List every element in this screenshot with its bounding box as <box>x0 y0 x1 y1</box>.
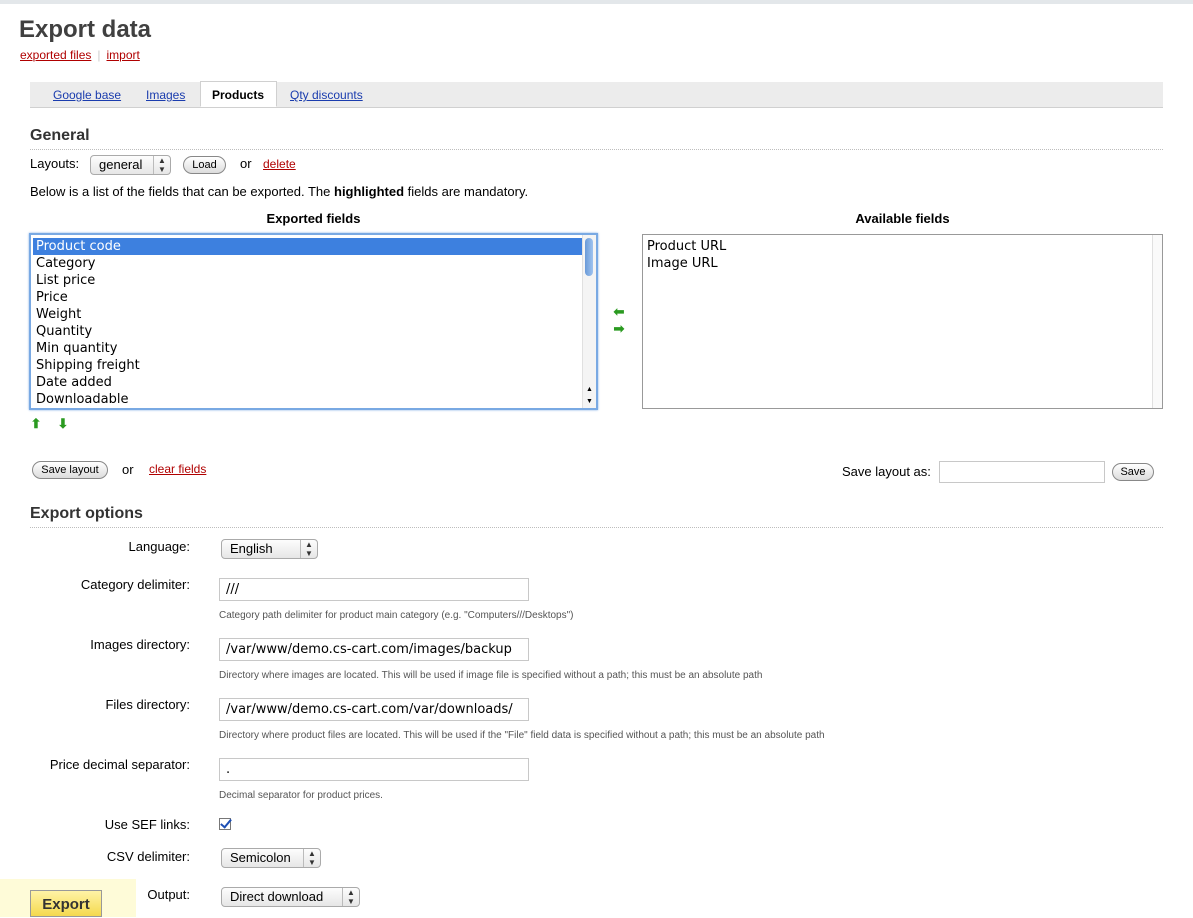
tab-images[interactable]: Images <box>146 82 185 107</box>
language-select[interactable]: English ▲ ▼ <box>221 539 318 559</box>
list-item[interactable]: Price <box>33 289 582 306</box>
list-item[interactable]: List price <box>33 272 582 289</box>
list-item[interactable]: Shipping freight <box>33 357 582 374</box>
output-label: Output: <box>147 887 190 902</box>
arrow-left-icon[interactable]: ⬅ <box>612 305 626 319</box>
load-layout-button[interactable]: Load <box>183 156 226 174</box>
tab-google-base[interactable]: Google base <box>53 82 121 107</box>
list-item[interactable]: Image URL <box>644 255 1162 272</box>
save-layout-as-input[interactable] <box>939 461 1105 483</box>
fields-description-pre: Below is a list of the fields that can b… <box>30 184 334 199</box>
general-section-title: General <box>30 127 90 144</box>
page-sublinks: exported files | import <box>20 48 140 62</box>
list-item[interactable]: Date added <box>33 374 582 391</box>
category-delimiter-help: Category path delimiter for product main… <box>219 610 574 621</box>
or-text: or <box>240 156 252 171</box>
arrow-down-icon[interactable]: ⬇ <box>56 417 70 431</box>
list-item[interactable]: Quantity <box>33 323 582 340</box>
top-border <box>0 0 1193 4</box>
tab-qty-discounts[interactable]: Qty discounts <box>290 82 363 107</box>
list-item[interactable]: Weight <box>33 306 582 323</box>
link-separator: | <box>97 48 101 62</box>
language-label: Language: <box>128 539 190 554</box>
images-directory-help: Directory where images are located. This… <box>219 670 763 681</box>
exported-fields-list[interactable]: Product code Category List price Price W… <box>29 233 598 410</box>
exported-fields-items: Product code Category List price Price W… <box>33 238 582 408</box>
category-delimiter-label: Category delimiter: <box>80 577 190 592</box>
layouts-label: Layouts: <box>30 156 80 171</box>
save-layout-as-label: Save layout as: <box>842 464 931 479</box>
list-item[interactable]: Min quantity <box>33 340 582 357</box>
scroll-up-icon[interactable]: ▲ <box>583 386 596 394</box>
fields-description-bold: highlighted <box>334 184 405 199</box>
output-select-value: Direct download <box>230 889 324 904</box>
arrow-right-icon[interactable]: ➡ <box>612 322 626 336</box>
tab-products[interactable]: Products <box>200 81 277 107</box>
select-arrows-icon: ▲ ▼ <box>300 540 317 558</box>
import-link[interactable]: import <box>107 48 140 62</box>
select-arrows-icon: ▲ ▼ <box>153 156 170 174</box>
general-divider <box>30 149 1163 150</box>
page-title: Export data <box>19 16 152 43</box>
use-sef-links-label: Use SEF links: <box>104 817 190 832</box>
or-text-2: or <box>122 462 134 477</box>
available-fields-items: Product URL Image URL <box>644 238 1162 272</box>
list-item[interactable]: Category <box>33 255 582 272</box>
csv-delimiter-select-value: Semicolon <box>230 850 291 865</box>
list-item[interactable]: Downloadable <box>33 391 582 408</box>
fields-description-post: fields are mandatory. <box>404 184 529 199</box>
images-directory-input[interactable]: /var/www/demo.cs-cart.com/images/backup <box>219 638 529 661</box>
category-delimiter-input[interactable]: /// <box>219 578 529 601</box>
available-fields-title: Available fields <box>855 211 950 226</box>
export-options-divider <box>30 527 1163 528</box>
exported-fields-scrollbar[interactable]: ▲ ▼ <box>582 235 596 408</box>
save-layout-button[interactable]: Save layout <box>32 461 108 479</box>
csv-delimiter-label: CSV delimiter: <box>106 849 190 864</box>
available-fields-list[interactable]: Product URL Image URL <box>642 234 1163 409</box>
available-fields-scrollbar[interactable] <box>1152 235 1162 408</box>
csv-delimiter-select[interactable]: Semicolon ▲ ▼ <box>221 848 321 868</box>
list-item[interactable]: Product code <box>33 238 582 255</box>
select-arrows-icon: ▲ ▼ <box>303 849 320 867</box>
export-options-title: Export options <box>30 505 143 522</box>
price-decimal-separator-input[interactable]: . <box>219 758 529 781</box>
fields-description: Below is a list of the fields that can b… <box>30 184 528 199</box>
arrow-up-icon[interactable]: ⬆ <box>29 417 43 431</box>
list-item[interactable]: Product URL <box>644 238 1162 255</box>
delete-layout-link[interactable]: delete <box>263 157 296 171</box>
language-select-value: English <box>230 541 273 556</box>
scrollbar-thumb[interactable] <box>585 238 593 276</box>
files-directory-label: Files directory: <box>105 697 190 712</box>
select-arrows-icon: ▲ ▼ <box>342 888 359 906</box>
exported-files-link[interactable]: exported files <box>20 48 91 62</box>
use-sef-links-checkbox[interactable] <box>219 818 231 830</box>
layouts-select[interactable]: general ▲ ▼ <box>90 155 171 175</box>
clear-fields-link[interactable]: clear fields <box>149 462 206 476</box>
tab-bar: Google base Images Products Qty discount… <box>30 81 1163 108</box>
exported-fields-title: Exported fields <box>266 211 361 226</box>
scroll-down-icon[interactable]: ▼ <box>583 398 596 406</box>
save-layout-as-button[interactable]: Save <box>1112 463 1154 481</box>
price-decimal-separator-label: Price decimal separator: <box>49 757 190 772</box>
price-decimal-separator-help: Decimal separator for product prices. <box>219 790 383 801</box>
files-directory-help: Directory where product files are locate… <box>219 730 825 741</box>
images-directory-label: Images directory: <box>90 637 190 652</box>
layouts-select-value: general <box>99 157 143 172</box>
output-select[interactable]: Direct download ▲ ▼ <box>221 887 360 907</box>
files-directory-input[interactable]: /var/www/demo.cs-cart.com/var/downloads/ <box>219 698 529 721</box>
